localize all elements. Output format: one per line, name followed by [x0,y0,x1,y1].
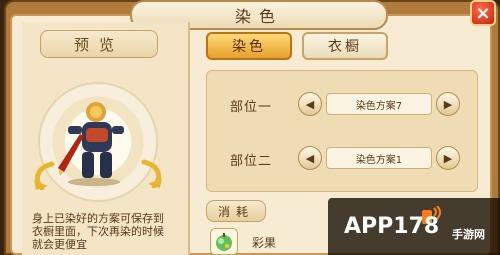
tab-dye[interactable]: 染色 [206,32,292,60]
part-one-label: 部位一 [230,100,273,115]
rotate-left-icon[interactable] [30,160,56,190]
parts-panel [206,70,478,192]
fruit-icon [216,232,232,251]
part-two-prev-button[interactable]: ◀ [298,146,322,170]
part-two-next-button[interactable]: ▶ [436,146,460,170]
tab-wardrobe[interactable]: 衣橱 [302,32,388,60]
consume-label: 消耗 [206,200,266,222]
part-one-scheme: 染色方案7 [326,93,432,115]
part-two-scheme: 染色方案1 [326,147,432,169]
dialog-title: 染色 [234,7,283,26]
watermark-brand: APP178 [344,214,440,239]
part-one-next-button[interactable]: ▶ [436,92,460,116]
watermark-sub: 手游网 [452,228,485,241]
part-one-prev-button[interactable]: ◀ [298,92,322,116]
arrow-left-icon: ◀ [305,151,315,165]
close-icon: × [475,2,491,24]
rotate-right-icon[interactable] [140,158,166,188]
character-model[interactable] [58,98,128,186]
item-slot[interactable] [210,228,238,255]
close-button[interactable]: × [470,0,496,26]
arrow-right-icon: ▶ [443,151,453,165]
arrow-left-icon: ◀ [305,97,315,111]
preview-label: 预览 [40,30,158,58]
preview-description: 身上已染好的方案可保存到衣橱里面，下次再染的时候就会更便宜 [32,212,164,251]
item-name: 彩果 [252,236,277,250]
part-two-label: 部位二 [230,154,273,169]
arrow-right-icon: ▶ [443,97,453,111]
